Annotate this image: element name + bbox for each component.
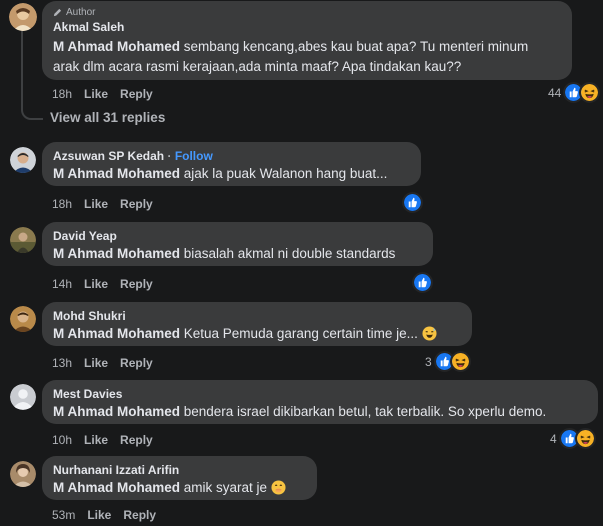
comment-meta: 18h Like Reply <box>52 197 153 211</box>
mention-link[interactable]: M Ahmad Mohamed <box>53 39 180 54</box>
comment-body: biasalah akmal ni double standards <box>180 246 396 261</box>
avatar[interactable] <box>9 3 37 31</box>
comment-time[interactable]: 18h <box>52 87 72 101</box>
comment-meta: 53m Like Reply <box>52 508 156 522</box>
comment-body: ajak la puak Walanon hang buat... <box>180 166 388 181</box>
commenter-name[interactable]: Mest Davies <box>53 386 587 402</box>
reaction-count: 4 <box>550 431 557 446</box>
thumbs-up-icon <box>402 192 423 213</box>
mention-link[interactable]: M Ahmad Mohamed <box>53 166 180 181</box>
comment-meta: 18h Like Reply <box>52 87 153 101</box>
comment-text: M Ahmad Mohamed Ketua Pemuda garang cert… <box>53 324 461 344</box>
author-badge-label: Author <box>66 7 96 18</box>
commenter-name[interactable]: Mohd Shukri <box>53 308 461 324</box>
laughing-face-icon <box>579 82 601 103</box>
like-button[interactable]: Like <box>84 277 108 291</box>
comment-meta: 13h Like Reply <box>52 356 153 370</box>
reaction-summary[interactable]: 3 <box>425 351 471 372</box>
author-badge: Author <box>53 7 561 18</box>
thread-connector <box>21 28 43 120</box>
comment-body: amik syarat je <box>180 480 271 495</box>
follow-separator: · <box>164 149 175 163</box>
comment-time[interactable]: 14h <box>52 277 72 291</box>
comment-text: M Ahmad Mohamed bendera israel dikibarka… <box>53 402 587 422</box>
comment-text: M Ahmad Mohamed biasalah akmal ni double… <box>53 244 422 264</box>
reaction-count: 44 <box>548 85 562 100</box>
mention-link[interactable]: M Ahmad Mohamed <box>53 480 180 495</box>
mention-link[interactable]: M Ahmad Mohamed <box>53 246 180 261</box>
comment-body: sembang kencang,abes kau buat apa? Tu me… <box>180 39 529 54</box>
commenter-name[interactable]: Nurhanani Izzati Arifin <box>53 462 306 478</box>
comment-bubble: Mest Davies M Ahmad Mohamed bendera isra… <box>42 380 598 424</box>
reaction-summary[interactable] <box>412 272 433 293</box>
commenter-name[interactable]: Azsuwan SP Kedah <box>53 149 164 163</box>
like-button[interactable]: Like <box>84 433 108 447</box>
reply-button[interactable]: Reply <box>120 356 153 370</box>
laughing-face-icon <box>449 351 471 372</box>
comment-time[interactable]: 18h <box>52 197 72 211</box>
follow-button[interactable]: Follow <box>175 149 213 163</box>
like-button[interactable]: Like <box>84 197 108 211</box>
avatar[interactable] <box>10 461 36 487</box>
comment-bubble: David Yeap M Ahmad Mohamed biasalah akma… <box>42 222 433 266</box>
reaction-summary[interactable]: 44 <box>548 82 601 103</box>
reaction-summary[interactable] <box>402 192 423 213</box>
commenter-name[interactable]: David Yeap <box>53 228 422 244</box>
mention-link[interactable]: M Ahmad Mohamed <box>53 326 180 341</box>
avatar[interactable] <box>10 306 36 332</box>
reply-button[interactable]: Reply <box>120 277 153 291</box>
view-all-replies-link[interactable]: View all 31 replies <box>50 110 165 125</box>
comment-text: M Ahmad Mohamed sembang kencang,abes kau… <box>53 37 561 77</box>
avatar[interactable] <box>10 147 36 173</box>
avatar[interactable] <box>10 384 36 410</box>
comment-meta: 14h Like Reply <box>52 277 153 291</box>
reply-button[interactable]: Reply <box>120 433 153 447</box>
comment-text: M Ahmad Mohamed amik syarat je <box>53 478 306 498</box>
comment-time[interactable]: 10h <box>52 433 72 447</box>
pencil-icon <box>53 8 62 17</box>
sweat-smile-emoji-icon <box>422 326 437 341</box>
comment-body: Ketua Pemuda garang certain time je... <box>180 326 418 341</box>
comment-meta: 10h Like Reply <box>52 433 153 447</box>
reply-button[interactable]: Reply <box>123 508 156 522</box>
mention-link[interactable]: M Ahmad Mohamed <box>53 404 180 419</box>
hand-over-mouth-emoji-icon <box>271 480 286 495</box>
reply-button[interactable]: Reply <box>120 197 153 211</box>
comment-body-line2: arak dlm acara rasmi kerajaan,ada minta … <box>53 59 462 74</box>
like-button[interactable]: Like <box>84 356 108 370</box>
thumbs-up-icon <box>412 272 433 293</box>
comment-bubble: Nurhanani Izzati Arifin M Ahmad Mohamed … <box>42 456 317 500</box>
reaction-count: 3 <box>425 354 432 369</box>
comment-time[interactable]: 13h <box>52 356 72 370</box>
reaction-summary[interactable]: 4 <box>550 428 596 449</box>
comment-bubble: Mohd Shukri M Ahmad Mohamed Ketua Pemuda… <box>42 302 472 346</box>
comment-bubble: Author Akmal Saleh M Ahmad Mohamed semba… <box>42 1 572 80</box>
like-button[interactable]: Like <box>84 87 108 101</box>
avatar[interactable] <box>10 227 36 253</box>
comment-time[interactable]: 53m <box>52 508 75 522</box>
comment-body: bendera israel dikibarkan betul, tak ter… <box>180 404 547 419</box>
comment-bubble: Azsuwan SP Kedah · Follow M Ahmad Mohame… <box>42 142 421 186</box>
commenter-name-row: Azsuwan SP Kedah · Follow <box>53 148 410 164</box>
laughing-face-icon <box>574 428 596 449</box>
comment-text: M Ahmad Mohamed ajak la puak Walanon han… <box>53 164 410 184</box>
commenter-name[interactable]: Akmal Saleh <box>53 19 561 35</box>
reply-button[interactable]: Reply <box>120 87 153 101</box>
like-button[interactable]: Like <box>87 508 111 522</box>
